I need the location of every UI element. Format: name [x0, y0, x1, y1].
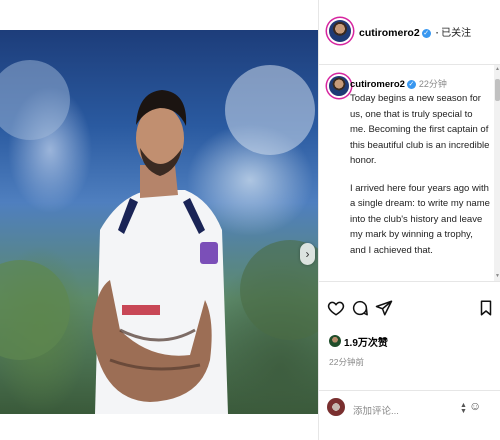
author-line: cutiromero2 ✓ · 已关注: [359, 24, 471, 39]
separator-dot: ·: [435, 27, 440, 39]
caption-area: cutiromero2 ✓ 22分钟 Today begins a new seas…: [319, 65, 500, 282]
post-timestamp: 22分钟前: [329, 357, 364, 367]
comment-icon[interactable]: [351, 299, 369, 317]
follow-status-button[interactable]: 已关注: [441, 28, 471, 39]
likes-row: 1.9万次赞: [329, 334, 388, 349]
likes-count[interactable]: 1.9万次赞: [344, 334, 388, 349]
post-photo: ›: [0, 30, 318, 414]
scroll-down-arrow-icon[interactable]: ▼: [494, 273, 500, 280]
send-icon[interactable]: [375, 299, 393, 317]
comment-input[interactable]: 添加评论...: [353, 403, 399, 417]
bookmark-icon[interactable]: [477, 299, 495, 317]
chevron-right-icon: ›: [305, 247, 310, 261]
caption-author-avatar[interactable]: [329, 76, 349, 96]
next-slide-button[interactable]: ›: [300, 243, 315, 265]
verified-badge-icon: ✓: [421, 29, 431, 38]
post-actions: [319, 296, 500, 320]
heart-icon[interactable]: [327, 299, 345, 317]
emoji-icon[interactable]: ☺: [469, 399, 481, 413]
caption-time: 22分钟: [418, 79, 447, 89]
input-scroll-icon[interactable]: ▲ ▼: [460, 402, 467, 415]
caption-scrollbar[interactable]: ▲ ▼: [494, 65, 500, 281]
scroll-up-arrow-icon[interactable]: ▲: [494, 66, 500, 73]
scroll-thumb[interactable]: [495, 79, 500, 101]
viewer-avatar: [327, 398, 345, 416]
instagram-post-window: › cutiromero2 ✓ · 已关注 cutiromero2 ✓ 22分钟 Tod…: [0, 0, 500, 440]
verified-badge-icon: ✓: [406, 80, 416, 89]
caption-paragraph: I arrived here four years ago with a sin…: [350, 182, 490, 256]
liker-avatar: [329, 335, 341, 347]
caption-author-username[interactable]: cutiromero2: [350, 79, 405, 90]
caption-author-line: cutiromero2 ✓ 22分钟: [350, 77, 447, 90]
caption-paragraph: Today begins a new season for us, one th…: [350, 93, 490, 166]
caption-text: Today begins a new season for us, one th…: [350, 91, 490, 270]
author-username[interactable]: cutiromero2: [359, 27, 420, 39]
post-side-panel: cutiromero2 ✓ · 已关注 cutiromero2 ✓ 22分钟 Today…: [318, 0, 500, 440]
player-photo-illustration: [0, 60, 318, 414]
author-avatar[interactable]: [329, 20, 351, 42]
comment-box: 添加评论... ▲ ▼ ☺: [319, 390, 500, 435]
post-header: cutiromero2 ✓ · 已关注: [319, 0, 500, 65]
